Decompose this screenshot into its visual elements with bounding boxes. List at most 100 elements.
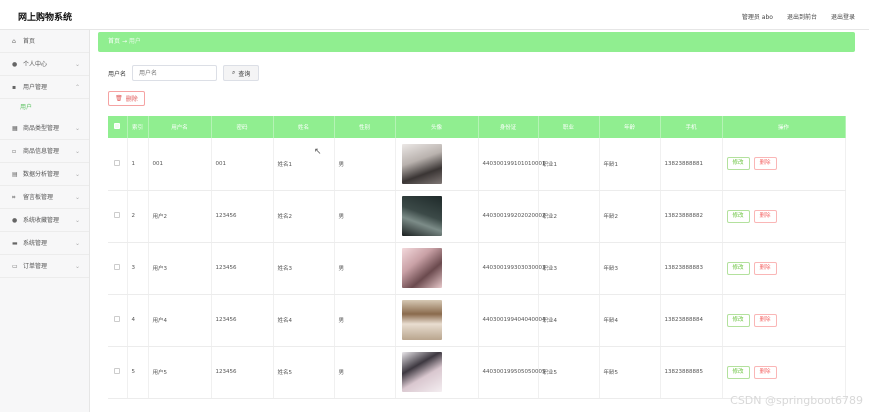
order-icon: ▭ (12, 262, 18, 270)
breadcrumb-home[interactable]: 首页 (108, 38, 120, 45)
cell-username: 用户4 (148, 294, 212, 347)
delete-button[interactable]: 删除 (753, 261, 777, 275)
top-bar: 网上购物系统 管理员 abo 退出到前台 退出登录 (0, 0, 869, 30)
delete-button[interactable]: 删除 (753, 365, 777, 379)
front-link[interactable]: 退出到前台 (787, 12, 817, 21)
sidebar-item-system[interactable]: ▬ 系统管理 ⌄ (0, 232, 89, 255)
sidebar-item-home[interactable]: ⌂ 首页 (0, 30, 89, 53)
sidebar-item-label: 系统管理 (23, 239, 48, 247)
header-age: 年龄 (599, 116, 661, 138)
checkbox[interactable] (114, 159, 121, 166)
search-bar: 用户名 ⌕ 查询 (108, 65, 260, 81)
cell-username: 001 (148, 138, 212, 191)
cell-actions: 修改 删除 (722, 294, 846, 347)
delete-button[interactable]: 删除 (753, 157, 777, 171)
cell-password: 123456 (211, 294, 274, 347)
cell-name: 姓名2 (273, 190, 335, 243)
delete-button[interactable]: 删除 (753, 209, 777, 223)
row-select[interactable] (108, 138, 128, 191)
cell-job: 职业3 (538, 242, 600, 295)
header-index: 索引 (127, 116, 149, 138)
cell-idcard: 440300199404040004 (478, 294, 546, 347)
cell-age: 年龄4 (599, 294, 661, 347)
avatar (401, 196, 442, 236)
cell-gender: 男 (334, 294, 396, 347)
sidebar-item-profile[interactable]: ● 个人中心 ⌄ (0, 53, 89, 76)
user-table: 索引 用户名 密码 姓名 性别 头像 身份证 职业 年龄 手机 操作 1 001… (108, 116, 846, 399)
search-input[interactable] (132, 65, 218, 81)
header-job: 职业 (538, 116, 600, 138)
chevron-down-icon: ⌄ (74, 193, 80, 201)
sidebar-item-messages[interactable]: ⌗ 留言板管理 ⌄ (0, 186, 89, 209)
cell-name: 姓名3 (273, 242, 335, 295)
sidebar-item-label: 系统收藏管理 (23, 216, 60, 224)
message-icon: ⌗ (12, 193, 16, 201)
settings-icon: ▬ (12, 239, 18, 247)
cell-index: 3 (127, 242, 149, 295)
cell-phone: 13823888885 (660, 346, 723, 399)
cell-actions: 修改 删除 (722, 138, 846, 191)
table-row: 4 用户4 123456 姓名4 男 440300199404040004 职业… (108, 294, 846, 347)
row-select[interactable] (108, 242, 128, 295)
checkbox[interactable] (114, 123, 121, 129)
row-select[interactable] (108, 190, 128, 243)
chevron-down-icon: ⌄ (74, 124, 80, 132)
search-button-label: 查询 (238, 70, 251, 78)
sidebar-subitem-users[interactable]: 用户 (0, 99, 89, 117)
logout-link[interactable]: 退出登录 (831, 12, 855, 21)
edit-button[interactable]: 修改 (726, 365, 750, 379)
row-select[interactable] (108, 346, 128, 399)
checkbox[interactable] (114, 316, 121, 322)
avatar (401, 300, 442, 340)
sidebar-item-label: 用户管理 (23, 83, 48, 91)
delete-button[interactable]: 删除 (753, 313, 777, 327)
edit-button[interactable]: 修改 (726, 261, 750, 275)
cell-job: 职业4 (538, 294, 600, 347)
breadcrumb: 首页 → 用户 (98, 32, 855, 52)
users-icon: ▪ (12, 83, 17, 91)
avatar (401, 248, 442, 288)
header-actions: 管理员 abo 退出到前台 退出登录 (742, 12, 855, 21)
sidebar-item-favorites[interactable]: ● 系统收藏管理 ⌄ (0, 209, 89, 232)
header-idcard: 身份证 (478, 116, 539, 138)
header-name: 姓名 (273, 116, 335, 138)
search-button[interactable]: ⌕ 查询 (223, 65, 260, 81)
checkbox[interactable] (114, 212, 121, 218)
cell-avatar (395, 190, 479, 243)
checkbox[interactable] (114, 264, 121, 270)
sidebar-item-users[interactable]: ▪ 用户管理 ⌃ (0, 76, 89, 99)
sidebar-item-analysis[interactable]: ▤ 数据分析管理 ⌄ (0, 163, 89, 186)
cell-name: 姓名4 (273, 294, 335, 347)
search-icon: ⌕ (232, 69, 236, 76)
chart-icon: ▤ (12, 170, 18, 178)
edit-button[interactable]: 修改 (726, 157, 750, 171)
table-row: 5 用户5 123456 姓名5 男 440300199505050005 职业… (108, 346, 846, 399)
header-username: 用户名 (148, 116, 212, 138)
watermark: CSDN @springboot6789 (730, 394, 863, 407)
sidebar-item-label: 数据分析管理 (23, 170, 60, 178)
cell-age: 年龄3 (599, 242, 661, 295)
user-label: 管理员 abo (741, 14, 773, 21)
mouse-cursor-icon: ↖ (314, 147, 322, 157)
cell-job: 职业5 (538, 346, 600, 399)
cell-age: 年龄1 (599, 138, 661, 191)
main-content: 首页 → 用户 用户名 ⌕ 查询 🗑 删除 索引 用户名 密码 姓名 性别 (98, 32, 855, 412)
sidebar-item-orders[interactable]: ▭ 订单管理 ⌄ (0, 255, 89, 278)
header-password: 密码 (211, 116, 274, 138)
cell-avatar (395, 346, 479, 399)
box-icon: ▫ (12, 147, 17, 155)
edit-button[interactable]: 修改 (726, 209, 750, 223)
cell-name: 姓名1 (273, 138, 335, 191)
cell-username: 用户3 (148, 242, 212, 295)
sidebar-item-product[interactable]: ▫ 商品信息管理 ⌄ (0, 140, 89, 163)
sidebar-item-label: 首页 (23, 37, 36, 45)
edit-button[interactable]: 修改 (726, 313, 750, 327)
cell-phone: 13823888881 (660, 138, 723, 191)
batch-delete-button[interactable]: 🗑 删除 (108, 91, 145, 106)
header-actions: 操作 (722, 116, 846, 138)
checkbox[interactable] (114, 368, 121, 374)
row-select[interactable] (108, 294, 128, 347)
cell-gender: 男 (334, 190, 396, 243)
sidebar-item-category[interactable]: ▦ 商品类型管理 ⌄ (0, 117, 89, 140)
header-select-all[interactable] (108, 116, 128, 138)
